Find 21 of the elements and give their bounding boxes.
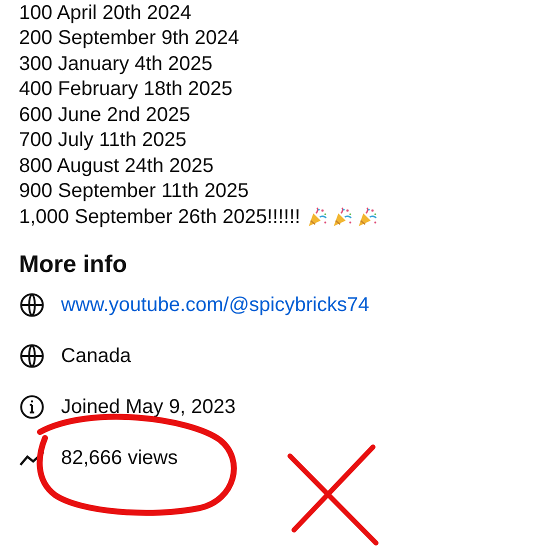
milestone-text: 600 June 2nd 2025 [19,102,190,127]
party-popper-icon [331,206,354,228]
milestone-text: 700 July 11th 2025 [19,128,187,152]
milestone-text: 1,000 September 26th 2025!!!!!! [19,204,300,229]
info-text: Joined May 9, 2023 [61,396,236,418]
globe-icon [19,343,45,369]
section-heading: More info [19,250,127,280]
milestone-text: 400 February 18th 2025 [19,77,232,102]
milestone-text: 900 September 11th 2025 [19,179,249,204]
info-text: Canada [61,344,132,368]
info-icon [19,394,45,420]
channel-link[interactable]: www.youtube.com/@spicybricks74 [61,294,370,316]
globe-icon [19,292,45,318]
party-popper-icon [356,206,378,228]
milestone-text: 200 September 9th 2024 [19,26,240,50]
milestone-text: 100 April 20th 2024 [19,0,192,25]
info-text: 82,666 views [61,446,178,470]
milestone-text: 800 August 24th 2025 [19,154,214,178]
trend-icon [19,450,45,466]
milestone-text: 300 January 4th 2025 [19,52,212,76]
party-popper-icon [306,206,328,228]
